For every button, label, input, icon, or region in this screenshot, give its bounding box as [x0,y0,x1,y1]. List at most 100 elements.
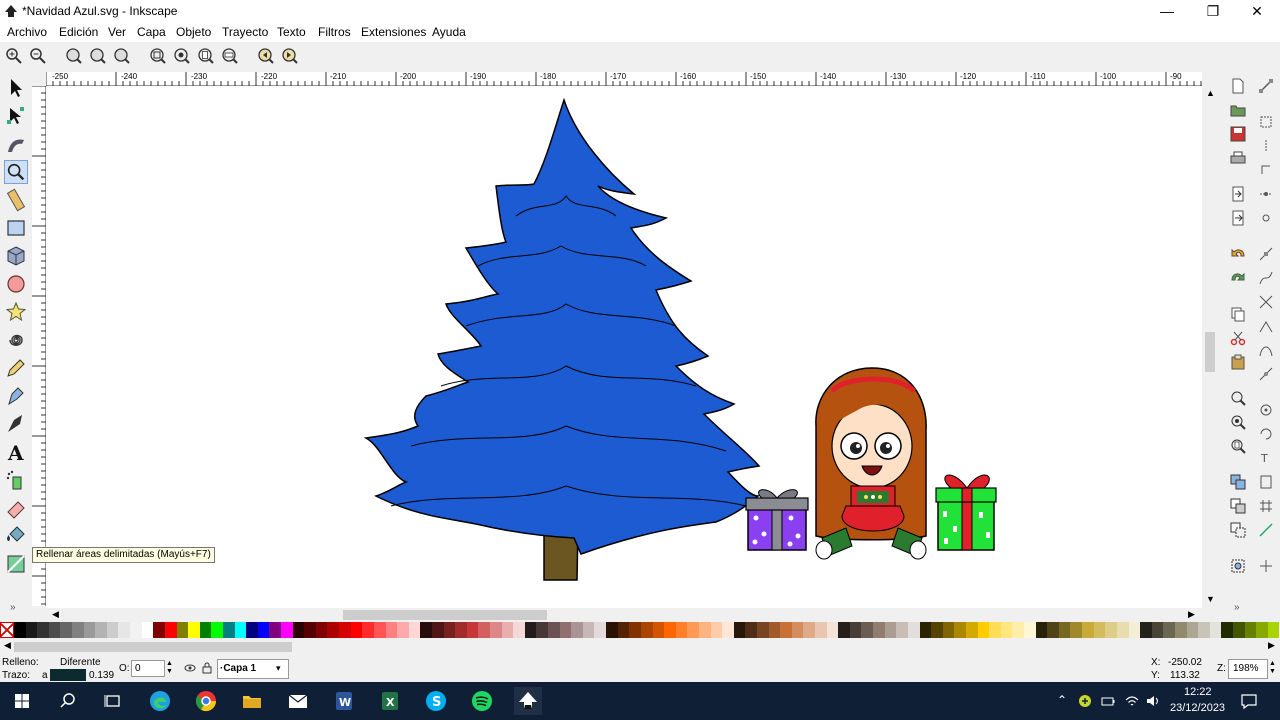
paste-icon[interactable] [1230,354,1246,370]
palette-swatch[interactable] [536,622,549,638]
mail-icon[interactable] [284,687,312,715]
palette-swatch[interactable] [1116,622,1129,638]
zoom-selection-icon[interactable] [149,47,167,65]
menu-capa[interactable]: Capa [137,25,166,39]
fill-value[interactable]: Diferente [60,657,101,668]
menu-filtros[interactable]: Filtros [318,25,351,39]
palette-swatch[interactable] [315,622,328,638]
menu-ver[interactable]: Ver [108,25,126,39]
zoom-page-width-icon[interactable] [221,47,239,65]
palette-swatch[interactable] [25,622,38,638]
palette-swatch[interactable] [1047,622,1059,638]
export-icon[interactable] [1230,210,1246,226]
snap-grid-icon[interactable] [1258,498,1274,514]
ellipse-tool-icon[interactable] [4,272,28,296]
toolbox-overflow-icon[interactable]: » [10,602,16,613]
palette-swatch[interactable] [1174,622,1187,638]
scroll-down-icon[interactable]: ▼ [1206,594,1215,604]
palette-swatch[interactable] [164,622,177,638]
palette-swatch[interactable] [222,622,235,638]
palette-swatch[interactable] [1012,622,1025,638]
text-tool-icon[interactable]: A [4,440,28,464]
palette-swatch[interactable] [965,622,978,638]
menu-edicion[interactable]: Edición [59,25,98,39]
palette-swatch[interactable] [652,622,665,638]
palette-swatch[interactable] [1221,622,1233,638]
paint-bucket-tool-icon[interactable] [4,524,28,548]
zoom-1-2-icon[interactable] [89,47,107,65]
palette-swatch[interactable] [1093,622,1106,638]
palette-swatch[interactable] [1232,622,1245,638]
horizontal-scrollbar[interactable]: ◀ ▶ [46,608,1218,622]
palette-swatch[interactable] [327,622,340,638]
palette-swatch[interactable] [640,622,653,638]
palette-swatch[interactable] [675,622,688,638]
palette-swatch[interactable] [257,622,270,638]
palette-scroll-thumb[interactable] [14,642,292,652]
palette-swatch[interactable] [466,622,479,638]
zoom-input[interactable]: 198% [1228,659,1268,679]
zoom-drawing-cmd-icon[interactable] [1230,414,1246,430]
gift-purple[interactable] [745,489,809,551]
group-icon[interactable] [1230,558,1246,574]
palette-swatch[interactable] [443,622,456,638]
stroke-value[interactable]: a [42,670,48,681]
snap-bbox-corner-icon[interactable] [1258,162,1274,178]
palette-swatch[interactable] [977,622,990,638]
commands-overflow-icon[interactable]: » [1234,602,1240,613]
horizontal-scroll-thumb[interactable] [343,610,547,620]
color-palette[interactable] [0,622,1280,638]
selector-tool-icon[interactable] [4,76,28,100]
restore-button[interactable]: ❐ [1190,0,1236,22]
stroke-swatch[interactable] [50,669,86,681]
menu-trayecto[interactable]: Trayecto [222,25,268,39]
spiral-tool-icon[interactable] [4,328,28,352]
zoom-2-1-icon[interactable] [113,47,131,65]
file-explorer-icon[interactable] [238,687,266,715]
palette-swatch[interactable] [281,622,293,638]
palette-swatch[interactable] [478,622,490,638]
scroll-right-icon[interactable]: ▶ [1188,609,1195,620]
palette-swatch[interactable] [617,622,630,638]
save-icon[interactable] [1230,126,1246,142]
chrome-browser-icon[interactable] [192,687,220,715]
inkscape-taskbar-icon[interactable] [514,687,542,715]
palette-swatch[interactable] [397,622,409,638]
new-document-icon[interactable] [1230,78,1246,94]
windows-start-icon[interactable] [8,687,36,715]
drawing-canvas[interactable] [46,86,1202,608]
import-icon[interactable] [1230,186,1246,202]
scroll-up-icon[interactable]: ▲ [1206,88,1215,98]
zoom-previous-icon[interactable] [257,47,275,65]
palette-scroll-right-icon[interactable]: ▶ [1268,640,1275,651]
excel-icon[interactable]: X [376,687,404,715]
snap-toggle-icon[interactable] [1258,78,1274,94]
palette-swatch[interactable] [1082,622,1094,638]
palette-swatch[interactable] [1024,622,1036,638]
palette-swatch[interactable] [1105,622,1117,638]
palette-swatch[interactable] [873,622,885,638]
minimize-button[interactable]: — [1144,0,1190,22]
zoom-next-icon[interactable] [281,47,299,65]
3d-box-tool-icon[interactable] [4,244,28,268]
drawing[interactable] [46,86,1202,608]
palette-swatch[interactable] [153,622,165,638]
clone-icon[interactable] [1230,498,1246,514]
vertical-scroll-thumb[interactable] [1205,332,1215,372]
snap-bbox-edge-icon[interactable] [1258,138,1274,154]
palette-swatch[interactable] [664,622,676,638]
palette-swatch[interactable] [931,622,943,638]
palette-swatch[interactable] [455,622,467,638]
gradient-tool-icon[interactable] [4,552,28,576]
scroll-left-icon[interactable]: ◀ [52,609,59,620]
palette-swatch[interactable] [362,622,374,638]
palette-swatch[interactable] [838,622,850,638]
palette-swatch[interactable] [1244,622,1257,638]
menu-texto[interactable]: Texto [277,25,306,39]
menu-ayuda[interactable]: Ayuda [432,25,466,39]
palette-swatch[interactable] [513,622,525,638]
palette-swatch[interactable] [420,622,432,638]
palette-swatch[interactable] [861,622,874,638]
palette-swatch[interactable] [130,622,142,638]
palette-swatch[interactable] [60,622,73,638]
